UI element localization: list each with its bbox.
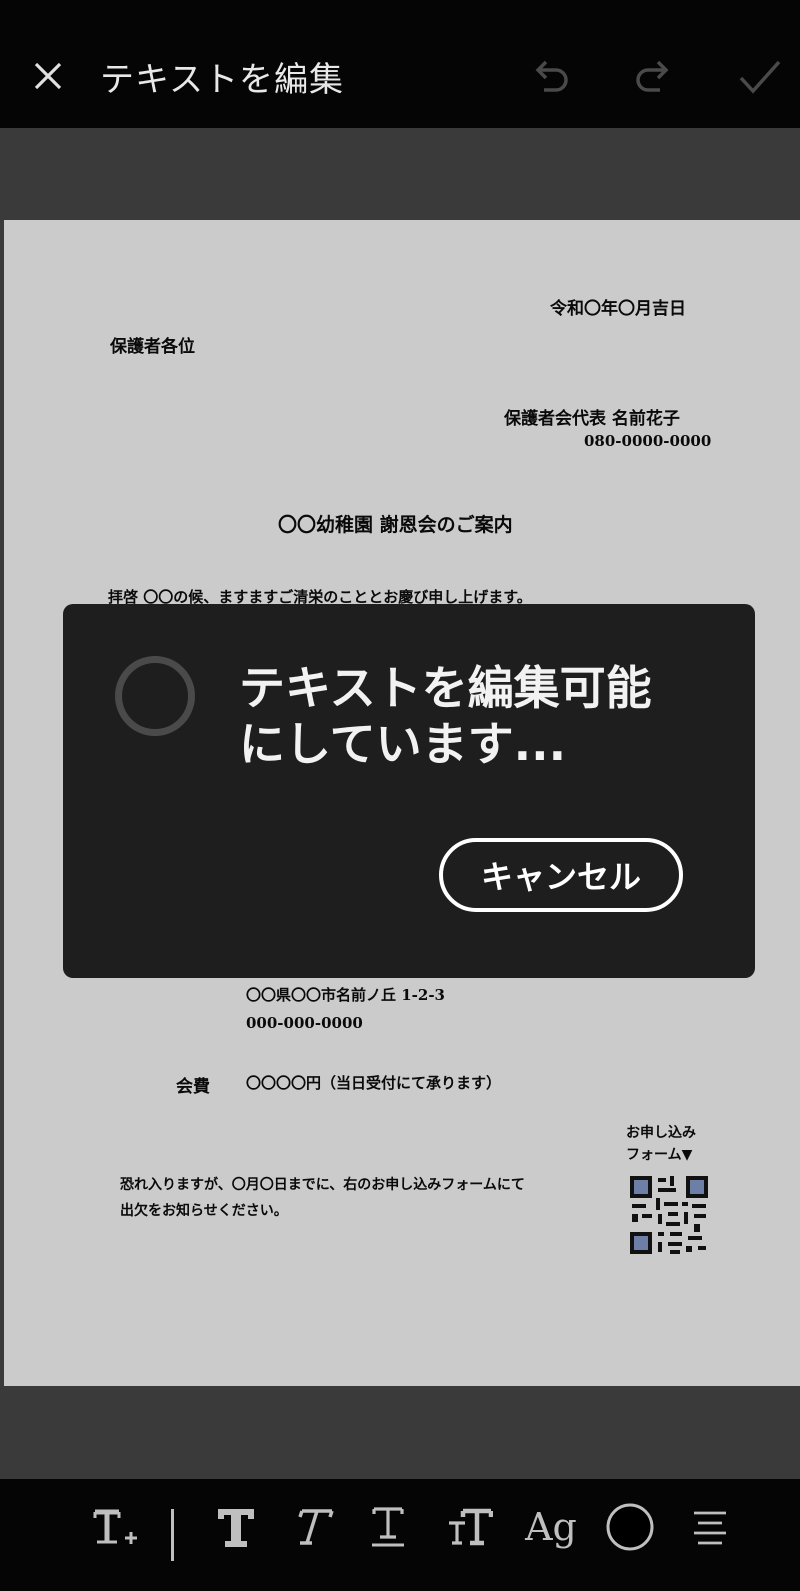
text-color-button[interactable]	[600, 1497, 660, 1557]
redo-icon	[636, 60, 669, 92]
undo-icon	[535, 60, 568, 92]
doc-form-label-1: お申し込み	[626, 1125, 696, 1141]
underline-icon	[372, 1507, 404, 1547]
bold-button[interactable]	[206, 1497, 266, 1557]
progress-message-line-1: テキストを編集可能	[239, 661, 652, 715]
page-title: テキストを編集	[100, 60, 344, 100]
progress-message: テキストを編集可能 にしています...	[239, 660, 709, 772]
italic-icon	[298, 1509, 334, 1545]
align-icon	[694, 1511, 726, 1545]
doc-address: 〇〇県〇〇市名前ノ丘 1-2-3	[246, 986, 445, 1004]
doc-fee-value: 〇〇〇〇円（当日受付にて承ります）	[246, 1074, 502, 1092]
undo-button[interactable]	[528, 56, 572, 100]
underline-button[interactable]	[358, 1497, 418, 1557]
italic-button[interactable]	[282, 1497, 342, 1557]
close-icon	[34, 62, 62, 90]
align-button[interactable]	[680, 1497, 740, 1557]
close-button[interactable]	[28, 56, 68, 96]
doc-date: 令和〇年〇月吉日	[550, 299, 686, 319]
doc-heading: 〇〇幼稚園 謝恩会のご案内	[278, 514, 513, 536]
doc-form-label-2: フォーム▼	[626, 1147, 693, 1163]
toolbar-divider	[171, 1509, 174, 1561]
top-bar: テキストを編集	[0, 0, 800, 128]
cancel-button[interactable]: キャンセル	[439, 838, 683, 912]
doc-sender: 保護者会代表 名前花子	[504, 409, 680, 429]
redo-button[interactable]	[632, 56, 676, 100]
loading-spinner-icon	[115, 656, 195, 736]
bold-icon	[218, 1509, 254, 1547]
qr-code-icon[interactable]	[628, 1174, 710, 1256]
progress-message-line-2: にしています...	[239, 717, 567, 771]
doc-closing-2: 出欠をお知らせください。	[120, 1203, 288, 1219]
text-size-button[interactable]	[440, 1497, 500, 1557]
text-size-icon	[449, 1508, 493, 1546]
doc-venue-phone: 000-000-0000	[246, 1014, 363, 1032]
doc-addressee: 保護者各位	[110, 337, 195, 357]
format-toolbar: Ag	[0, 1479, 800, 1591]
confirm-button[interactable]	[738, 56, 782, 100]
color-circle-icon	[606, 1503, 654, 1551]
font-icon: Ag	[525, 1505, 577, 1549]
progress-dialog: テキストを編集可能 にしています... キャンセル	[63, 604, 755, 978]
doc-closing-1: 恐れ入りますが、〇月〇日までに、右のお申し込みフォームにて	[120, 1177, 525, 1193]
add-text-button[interactable]	[84, 1497, 144, 1557]
doc-phone: 080-0000-0000	[584, 432, 712, 450]
font-button[interactable]: Ag	[516, 1497, 586, 1557]
doc-fee-label: 会費	[176, 1077, 210, 1097]
checkmark-icon	[739, 60, 781, 94]
add-text-icon	[93, 1509, 137, 1544]
